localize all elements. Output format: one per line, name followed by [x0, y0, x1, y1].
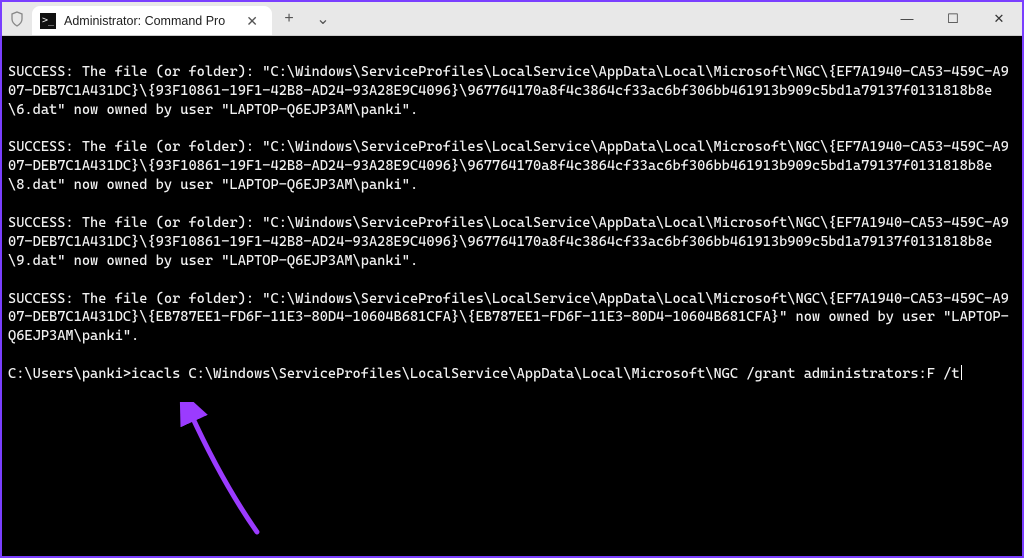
window-controls: — ☐ ✕ — [884, 2, 1022, 35]
tab-title: Administrator: Command Pro — [64, 14, 225, 28]
output-line: SUCCESS: The file (or folder): "C:\Windo… — [8, 291, 1009, 345]
output-line: SUCCESS: The file (or folder): "C:\Windo… — [8, 139, 1009, 193]
terminal-output[interactable]: SUCCESS: The file (or folder): "C:\Windo… — [2, 36, 1022, 556]
tab-close-button[interactable]: ✕ — [242, 12, 262, 30]
prompt: C:\Users\panki> — [8, 366, 131, 382]
output-line: SUCCESS: The file (or folder): "C:\Windo… — [8, 215, 1009, 269]
cursor — [961, 365, 962, 380]
close-button[interactable]: ✕ — [976, 2, 1022, 35]
titlebar: >_ Administrator: Command Pro ✕ + ⌄ — ☐ … — [2, 2, 1022, 36]
new-tab-button[interactable]: + — [272, 2, 306, 35]
minimize-button[interactable]: — — [884, 2, 930, 35]
command-input[interactable]: icacls C:\Windows\ServiceProfiles\LocalS… — [131, 366, 960, 382]
tab-dropdown-button[interactable]: ⌄ — [306, 2, 340, 35]
shield-icon — [2, 2, 32, 35]
output-line: SUCCESS: The file (or folder): "C:\Windo… — [8, 64, 1009, 118]
terminal-icon: >_ — [40, 13, 56, 29]
tab-active[interactable]: >_ Administrator: Command Pro ✕ — [32, 6, 272, 35]
maximize-button[interactable]: ☐ — [930, 2, 976, 35]
window: >_ Administrator: Command Pro ✕ + ⌄ — ☐ … — [0, 0, 1024, 558]
